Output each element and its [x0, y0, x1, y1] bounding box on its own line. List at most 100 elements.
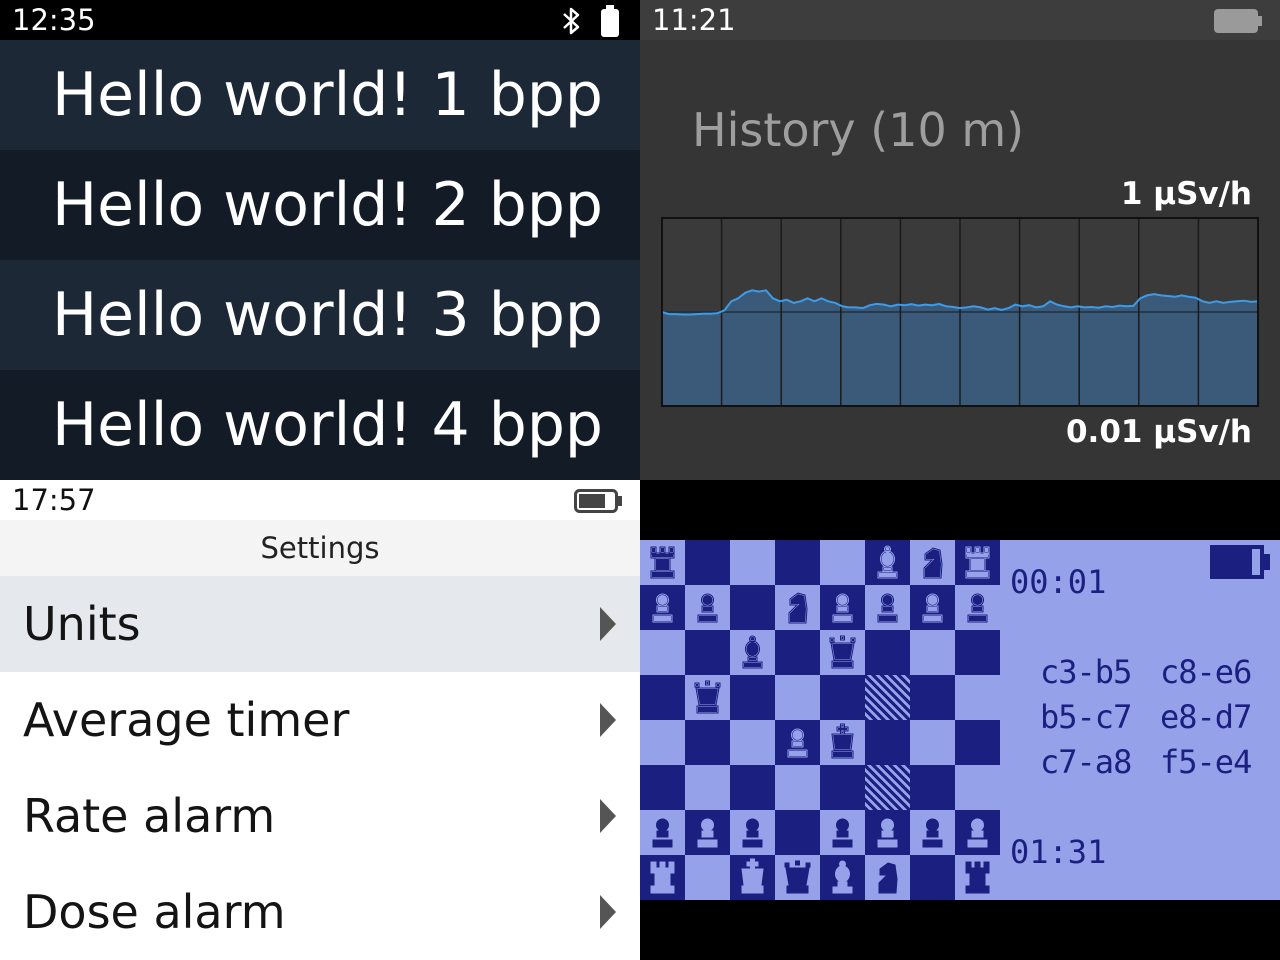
white-pawn-icon[interactable] [640, 810, 685, 855]
board-square[interactable] [865, 810, 910, 855]
chess-board[interactable] [640, 540, 1000, 900]
board-square[interactable] [865, 540, 910, 585]
board-square[interactable] [730, 630, 775, 675]
board-square[interactable] [730, 675, 775, 720]
board-square[interactable] [775, 720, 820, 765]
board-square[interactable] [955, 810, 1000, 855]
white-pawn-icon[interactable] [685, 810, 730, 855]
black-pawn-icon[interactable] [865, 585, 910, 630]
black-knight-icon[interactable] [775, 585, 820, 630]
white-pawn-icon[interactable] [820, 810, 865, 855]
board-square[interactable] [730, 540, 775, 585]
black-queen-icon[interactable] [820, 630, 865, 675]
white-king-icon[interactable] [730, 855, 775, 900]
board-square[interactable] [865, 630, 910, 675]
board-square[interactable] [685, 855, 730, 900]
list-item[interactable]: Hello world! 1 bpp [0, 40, 640, 150]
white-pawn-icon[interactable] [865, 810, 910, 855]
white-rook-icon[interactable] [955, 855, 1000, 900]
board-square[interactable] [640, 585, 685, 630]
board-square[interactable] [775, 540, 820, 585]
list-item[interactable]: Hello world! 4 bpp [0, 370, 640, 480]
board-square[interactable] [730, 585, 775, 630]
board-square[interactable] [910, 720, 955, 765]
board-square[interactable] [910, 630, 955, 675]
board-square[interactable] [640, 765, 685, 810]
board-square[interactable] [685, 765, 730, 810]
board-square[interactable] [865, 765, 910, 810]
board-square[interactable] [955, 765, 1000, 810]
menu-item-units[interactable]: Units [0, 576, 640, 672]
board-square[interactable] [775, 810, 820, 855]
board-square[interactable] [685, 675, 730, 720]
board-square[interactable] [685, 585, 730, 630]
board-square[interactable] [865, 675, 910, 720]
black-bishop-icon[interactable] [865, 540, 910, 585]
white-queen-icon[interactable] [775, 855, 820, 900]
board-square[interactable] [955, 585, 1000, 630]
board-square[interactable] [955, 675, 1000, 720]
board-square[interactable] [910, 810, 955, 855]
board-square[interactable] [910, 765, 955, 810]
board-square[interactable] [820, 720, 865, 765]
black-pawn-icon[interactable] [640, 585, 685, 630]
board-square[interactable] [640, 720, 685, 765]
board-square[interactable] [775, 630, 820, 675]
black-rook-icon[interactable] [640, 540, 685, 585]
board-square[interactable] [955, 855, 1000, 900]
board-square[interactable] [955, 630, 1000, 675]
board-square[interactable] [775, 675, 820, 720]
board-square[interactable] [640, 855, 685, 900]
black-king-icon[interactable] [820, 720, 865, 765]
board-square[interactable] [820, 630, 865, 675]
black-rook-icon[interactable] [955, 540, 1000, 585]
black-knight-icon[interactable] [910, 540, 955, 585]
board-square[interactable] [910, 585, 955, 630]
black-pawn-icon[interactable] [775, 720, 820, 765]
white-rook-icon[interactable] [640, 855, 685, 900]
board-square[interactable] [685, 810, 730, 855]
white-pawn-icon[interactable] [955, 810, 1000, 855]
white-pawn-icon[interactable] [730, 810, 775, 855]
board-square[interactable] [820, 810, 865, 855]
board-square[interactable] [820, 675, 865, 720]
board-square[interactable] [820, 540, 865, 585]
board-square[interactable] [730, 855, 775, 900]
board-square[interactable] [685, 630, 730, 675]
board-square[interactable] [865, 855, 910, 900]
menu-item-average-timer[interactable]: Average timer [0, 672, 640, 768]
board-square[interactable] [640, 630, 685, 675]
black-pawn-icon[interactable] [820, 585, 865, 630]
board-square[interactable] [910, 540, 955, 585]
board-square[interactable] [820, 855, 865, 900]
board-square[interactable] [640, 675, 685, 720]
board-square[interactable] [820, 765, 865, 810]
board-square[interactable] [910, 675, 955, 720]
board-square[interactable] [775, 855, 820, 900]
list-item[interactable]: Hello world! 3 bpp [0, 260, 640, 370]
white-pawn-icon[interactable] [910, 810, 955, 855]
board-square[interactable] [730, 720, 775, 765]
board-square[interactable] [820, 585, 865, 630]
board-square[interactable] [640, 810, 685, 855]
board-square[interactable] [685, 540, 730, 585]
black-pawn-icon[interactable] [685, 585, 730, 630]
board-square[interactable] [730, 810, 775, 855]
black-bishop-icon[interactable] [730, 630, 775, 675]
white-bishop-icon[interactable] [820, 855, 865, 900]
board-square[interactable] [910, 855, 955, 900]
board-square[interactable] [775, 765, 820, 810]
black-pawn-icon[interactable] [955, 585, 1000, 630]
black-queen-icon[interactable] [685, 675, 730, 720]
menu-item-rate-alarm[interactable]: Rate alarm [0, 768, 640, 864]
white-knight-icon[interactable] [865, 855, 910, 900]
list-item[interactable]: Hello world! 2 bpp [0, 150, 640, 260]
board-square[interactable] [730, 765, 775, 810]
board-square[interactable] [865, 720, 910, 765]
board-square[interactable] [955, 720, 1000, 765]
board-square[interactable] [685, 720, 730, 765]
black-pawn-icon[interactable] [910, 585, 955, 630]
board-square[interactable] [865, 585, 910, 630]
board-square[interactable] [640, 540, 685, 585]
menu-item-dose-alarm[interactable]: Dose alarm [0, 864, 640, 960]
